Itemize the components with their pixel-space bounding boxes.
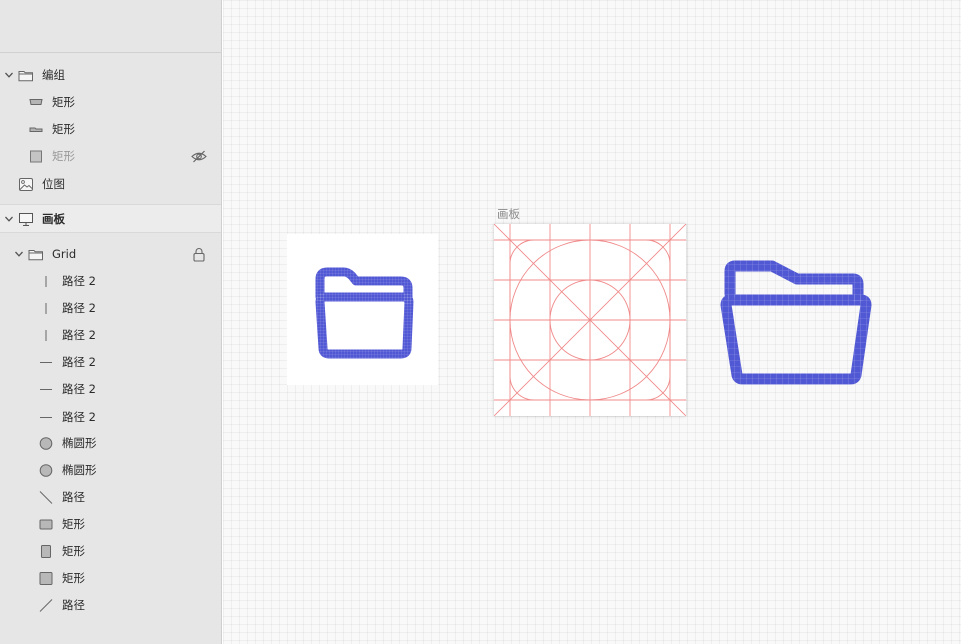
- layer-label: 矩形: [52, 149, 75, 163]
- rectangle-icon: [39, 519, 53, 530]
- layer-label: 矩形: [52, 122, 75, 136]
- rectangle-icon: [41, 545, 51, 558]
- layer-row-rect[interactable]: 矩形: [0, 538, 221, 565]
- layer-row-ellipse[interactable]: 椭圆形: [0, 430, 221, 457]
- layer-label: 路径 2: [62, 410, 96, 424]
- folder-icon: [18, 71, 33, 82]
- layer-row-path[interactable]: 路径 2: [0, 404, 221, 431]
- vertical-line-icon: [45, 303, 47, 314]
- rectangle-icon: [39, 572, 53, 585]
- layer-row-grid[interactable]: Grid: [0, 241, 221, 268]
- lock-icon[interactable]: [191, 247, 207, 262]
- layer-label: 位图: [42, 177, 65, 191]
- layer-label: 画板: [42, 212, 65, 226]
- circle-icon: [39, 464, 53, 477]
- horizontal-line-icon: [40, 362, 52, 363]
- layer-label: 矩形: [62, 517, 85, 531]
- circle-icon: [39, 437, 53, 450]
- layer-label: 椭圆形: [62, 436, 97, 450]
- layer-label: 路径 2: [62, 301, 96, 315]
- layer-label: 路径 2: [62, 274, 96, 288]
- image-icon: [19, 178, 33, 191]
- rectangle-icon: [29, 99, 43, 105]
- icon-preview-large[interactable]: [716, 258, 878, 388]
- design-canvas[interactable]: 画板: [223, 0, 961, 644]
- layer-row-path[interactable]: 路径 2: [0, 295, 221, 322]
- folder-icon[interactable]: [287, 234, 438, 385]
- layer-label: 编组: [42, 68, 65, 82]
- chevron-down-icon[interactable]: [4, 70, 14, 80]
- layer-row-rect[interactable]: 矩形: [0, 89, 221, 116]
- layer-label: Grid: [52, 247, 77, 261]
- layer-row-rect-hidden[interactable]: 矩形: [0, 143, 221, 170]
- diagonal-line-icon: [39, 599, 53, 612]
- layer-label: 路径 2: [62, 382, 96, 396]
- layer-row-path[interactable]: 路径 2: [0, 268, 221, 295]
- layer-row-ellipse[interactable]: 椭圆形: [0, 457, 221, 484]
- layer-row-rect[interactable]: 矩形: [0, 116, 221, 143]
- layer-label: 路径: [62, 598, 85, 612]
- horizontal-line-icon: [40, 417, 52, 418]
- folder-icon[interactable]: [716, 258, 878, 388]
- layer-label: 路径: [62, 490, 85, 504]
- folder-icon: [28, 250, 43, 261]
- monitor-icon: [19, 213, 33, 226]
- layer-row-bitmap[interactable]: 位图: [0, 171, 221, 198]
- layer-label: 矩形: [52, 95, 75, 109]
- rectangle-icon: [29, 127, 43, 132]
- artboard[interactable]: [493, 223, 687, 417]
- horizontal-line-icon: [40, 389, 52, 390]
- layer-label: 矩形: [62, 544, 85, 558]
- rectangle-icon: [30, 150, 42, 163]
- layer-label: 矩形: [62, 571, 85, 585]
- vertical-line-icon: [45, 330, 47, 341]
- layer-row-path[interactable]: 路径: [0, 484, 221, 511]
- icon-preview-small[interactable]: [287, 234, 438, 385]
- chevron-down-icon[interactable]: [14, 249, 24, 259]
- layer-row-path[interactable]: 路径 2: [0, 349, 221, 376]
- layer-label: 路径 2: [62, 355, 96, 369]
- layer-label: 椭圆形: [62, 463, 97, 477]
- layer-list-sidebar: 编组 矩形 矩形 矩形 位图 画板 Grid 路径 2 路径 2 路径 2 路径…: [0, 0, 222, 644]
- app-window: 编组 矩形 矩形 矩形 位图 画板 Grid 路径 2 路径 2 路径 2 路径…: [0, 0, 961, 644]
- diagonal-line-icon: [39, 491, 53, 504]
- layer-row-rect[interactable]: 矩形: [0, 511, 221, 538]
- layer-row-artboard[interactable]: 画板: [0, 204, 221, 233]
- layer-row-group[interactable]: 编组: [0, 62, 221, 89]
- keyline-grid: [493, 223, 687, 417]
- artboard-title[interactable]: 画板: [497, 206, 520, 222]
- chevron-down-icon[interactable]: [4, 214, 14, 224]
- layer-label: 路径 2: [62, 328, 96, 342]
- layer-row-path[interactable]: 路径 2: [0, 322, 221, 349]
- layer-row-rect[interactable]: 矩形: [0, 565, 221, 592]
- vertical-line-icon: [45, 276, 47, 287]
- sidebar-header: [0, 0, 222, 53]
- layer-row-path[interactable]: 路径 2: [0, 376, 221, 403]
- eye-slash-icon[interactable]: [191, 149, 207, 164]
- layer-row-path[interactable]: 路径: [0, 592, 221, 619]
